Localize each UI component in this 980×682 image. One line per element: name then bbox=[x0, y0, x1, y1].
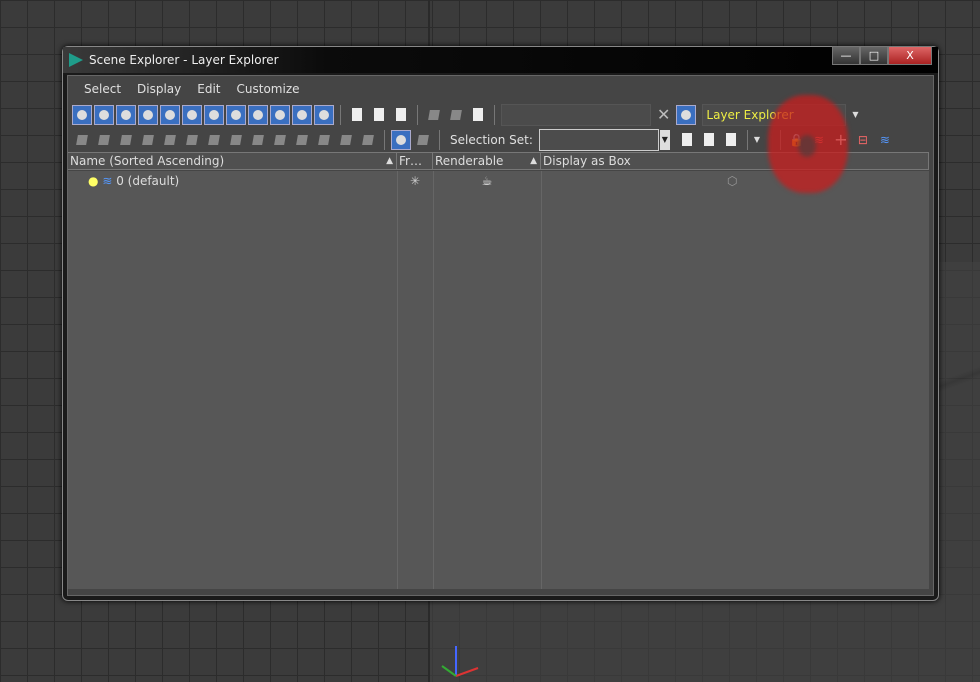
column-renderable[interactable]: Renderable ▲ bbox=[433, 153, 541, 169]
app-icon bbox=[69, 53, 83, 67]
layer-list: ● ≋ 0 (default) ✳ ☕ ⬡ bbox=[68, 171, 929, 589]
layer-icon: ≋ bbox=[102, 174, 113, 188]
separator bbox=[494, 104, 495, 125]
display-xrefs-icon[interactable] bbox=[226, 104, 246, 125]
select-invert-icon[interactable] bbox=[391, 105, 411, 125]
layer-tool-icon[interactable] bbox=[248, 130, 268, 150]
layer-tool-icon[interactable] bbox=[204, 130, 224, 150]
select-layer-objects-icon[interactable]: ⊟ bbox=[853, 133, 873, 147]
find-filter-icon[interactable] bbox=[676, 104, 697, 125]
lightbulb-icon[interactable]: ● bbox=[88, 174, 98, 188]
display-spacewarps-icon[interactable] bbox=[182, 104, 202, 125]
menu-select[interactable]: Select bbox=[84, 82, 121, 96]
display-lights-icon[interactable] bbox=[116, 104, 136, 125]
layer-tool-icon[interactable] bbox=[182, 130, 202, 150]
clear-search-icon[interactable]: ✕ bbox=[657, 105, 670, 124]
layer-tool-icon[interactable] bbox=[94, 130, 114, 150]
new-layer-from-selection-icon[interactable] bbox=[72, 130, 92, 150]
layer-tool-icon[interactable] bbox=[336, 130, 356, 150]
separator bbox=[340, 104, 341, 125]
layer-tool-icon[interactable] bbox=[226, 130, 246, 150]
layer-tool-icon[interactable] bbox=[270, 130, 290, 150]
column-name[interactable]: Name (Sorted Ascending) ▲ bbox=[68, 153, 397, 169]
layer-tool-icon[interactable] bbox=[292, 130, 312, 150]
window-title: Scene Explorer - Layer Explorer bbox=[89, 53, 279, 67]
sort-icon: ▲ bbox=[530, 156, 537, 166]
maximize-button[interactable]: □ bbox=[860, 46, 888, 65]
minimize-button[interactable]: — bbox=[832, 46, 860, 65]
column-frozen[interactable]: Fr… bbox=[397, 153, 433, 169]
set-current-layer-icon[interactable]: ≋ bbox=[875, 133, 895, 147]
dropdown-arrow-icon[interactable]: ▼ bbox=[659, 129, 670, 150]
red-annotation-mark bbox=[768, 95, 848, 193]
selection-set-tool-icon[interactable] bbox=[699, 130, 719, 150]
filter-settings-icon[interactable] bbox=[446, 105, 466, 125]
selection-set-label: Selection Set: bbox=[450, 132, 533, 147]
menu-display[interactable]: Display bbox=[137, 82, 181, 96]
select-all-icon[interactable] bbox=[347, 105, 367, 125]
layer-tool-icon[interactable] bbox=[160, 130, 180, 150]
selection-set-tool-icon[interactable] bbox=[677, 130, 697, 150]
display-containers-icon[interactable] bbox=[270, 104, 290, 125]
display-groups-icon[interactable] bbox=[204, 104, 224, 125]
axis-gizmo-icon bbox=[441, 646, 479, 677]
display-frozen-icon[interactable] bbox=[292, 104, 312, 125]
selection-set-dropdown[interactable]: ▼ bbox=[538, 128, 670, 151]
column-renderable-label: Renderable bbox=[435, 154, 504, 168]
separator bbox=[417, 104, 418, 125]
layer-tool-icon[interactable] bbox=[116, 130, 136, 150]
layer-tool-icon[interactable] bbox=[138, 130, 158, 150]
freeze-icon[interactable]: ✳ bbox=[397, 171, 433, 191]
display-cameras-icon[interactable] bbox=[138, 104, 158, 125]
filter-icon[interactable] bbox=[424, 105, 444, 125]
select-none-icon[interactable] bbox=[369, 105, 389, 125]
separator bbox=[384, 129, 385, 150]
selection-set-tool-icon[interactable] bbox=[721, 130, 741, 150]
separator bbox=[746, 129, 748, 150]
layers-view-icon[interactable] bbox=[391, 129, 411, 150]
display-bones-icon[interactable] bbox=[248, 104, 268, 125]
sort-ascending-icon: ▲ bbox=[386, 156, 393, 166]
search-input[interactable] bbox=[501, 103, 651, 126]
display-geometry-icon[interactable] bbox=[72, 104, 92, 125]
layer-tool-icon[interactable] bbox=[358, 130, 378, 150]
column-name-label: Name (Sorted Ascending) bbox=[70, 154, 225, 168]
close-button[interactable]: X bbox=[888, 46, 932, 65]
explorer-dropdown-arrow-icon[interactable]: ▼ bbox=[852, 110, 858, 119]
hierarchy-view-icon[interactable] bbox=[413, 130, 433, 150]
separator bbox=[439, 129, 440, 150]
menu-customize[interactable]: Customize bbox=[237, 82, 300, 96]
toggle-panel-icon[interactable] bbox=[468, 105, 488, 125]
display-shapes-icon[interactable] bbox=[94, 104, 114, 125]
box-icon[interactable]: ⬡ bbox=[541, 171, 929, 191]
display-helpers-icon[interactable] bbox=[160, 104, 180, 125]
layer-tool-icon[interactable] bbox=[314, 130, 334, 150]
column-display-as-box[interactable]: Display as Box bbox=[541, 153, 929, 169]
title-bar[interactable]: Scene Explorer - Layer Explorer — □ X bbox=[63, 46, 938, 73]
menu-edit[interactable]: Edit bbox=[197, 82, 220, 96]
layer-name: 0 (default) bbox=[116, 174, 180, 188]
display-hidden-icon[interactable] bbox=[314, 104, 334, 125]
teapot-icon[interactable]: ☕ bbox=[433, 171, 541, 191]
